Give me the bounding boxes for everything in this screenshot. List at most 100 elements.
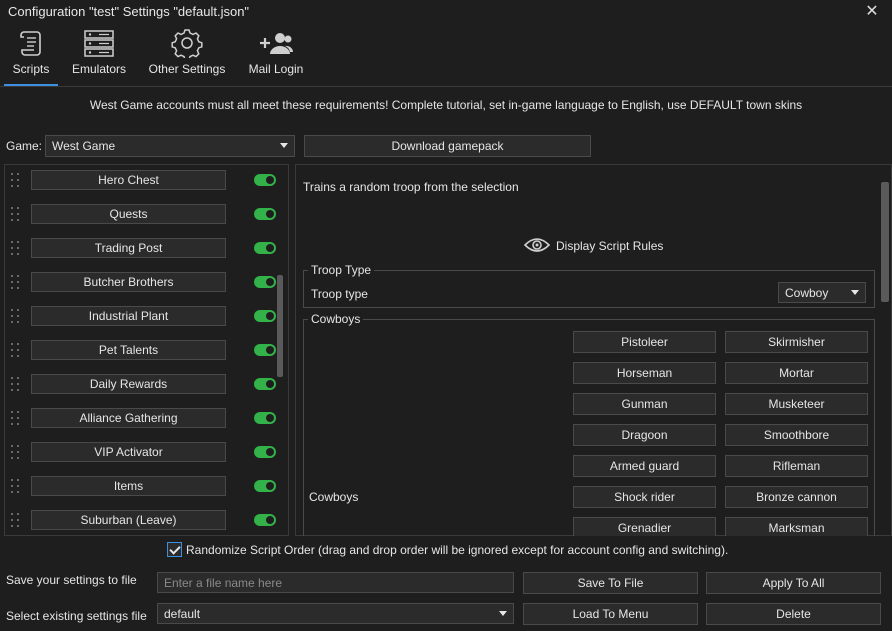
tab-emulators[interactable]: Emulators [64, 26, 134, 86]
script-button[interactable]: Pet Talents [31, 340, 226, 360]
troop-type-label: Troop type [311, 287, 368, 301]
tab-label: Other Settings [148, 62, 226, 76]
eye-icon [524, 238, 550, 252]
tab-label: Mail Login [248, 62, 304, 76]
script-button[interactable]: Suburban (Leave) [31, 510, 226, 530]
requirements-notice: West Game accounts must all meet these r… [89, 98, 803, 112]
script-button[interactable]: Trading Post [31, 238, 226, 258]
drag-handle-icon[interactable] [11, 513, 21, 529]
script-button[interactable]: Butcher Brothers [31, 272, 226, 292]
script-row[interactable]: VIP Activator [5, 442, 277, 464]
script-list-scroll-thumb[interactable] [277, 275, 283, 377]
script-enabled-toggle[interactable] [254, 310, 276, 322]
load-to-menu-button[interactable]: Load To Menu [523, 603, 698, 625]
settings-file-value: default [164, 607, 201, 621]
scroll-icon [20, 31, 41, 56]
troop-button[interactable]: Shock rider [573, 486, 716, 508]
drag-handle-icon[interactable] [11, 173, 21, 189]
script-button[interactable]: Items [31, 476, 226, 496]
script-row[interactable]: Suburban (Leave) [5, 510, 277, 532]
script-button[interactable]: Hero Chest [31, 170, 226, 190]
troop-button[interactable]: Bronze cannon [725, 486, 868, 508]
troop-button[interactable]: Armed guard [573, 455, 716, 477]
script-enabled-toggle[interactable] [254, 412, 276, 424]
drag-handle-icon[interactable] [11, 445, 21, 461]
server-icon [84, 30, 114, 57]
settings-file-select[interactable]: default [157, 603, 514, 624]
randomize-order-label: Randomize Script Order (drag and drop or… [186, 543, 729, 557]
script-row[interactable]: Daily Rewards [5, 374, 277, 396]
drag-handle-icon[interactable] [11, 411, 21, 427]
troop-button[interactable]: Gunman [573, 393, 716, 415]
drag-handle-icon[interactable] [11, 309, 21, 325]
script-row[interactable]: Alliance Gathering [5, 408, 277, 430]
script-enabled-toggle[interactable] [254, 344, 276, 356]
script-row[interactable]: Trading Post [5, 238, 277, 260]
script-button[interactable]: Daily Rewards [31, 374, 226, 394]
select-settings-label: Select existing settings file [6, 609, 147, 623]
game-select[interactable]: West Game [45, 135, 295, 157]
script-enabled-toggle[interactable] [254, 480, 276, 492]
script-button[interactable]: Quests [31, 204, 226, 224]
script-enabled-toggle[interactable] [254, 276, 276, 288]
cowboys-label: Cowboys [309, 490, 359, 504]
cowboys-group-title: Cowboys [308, 312, 364, 326]
script-row[interactable]: Pet Talents [5, 340, 277, 362]
apply-to-all-button[interactable]: Apply To All [706, 572, 881, 594]
drag-handle-icon[interactable] [11, 343, 21, 359]
game-select-value: West Game [52, 139, 116, 153]
drag-handle-icon[interactable] [11, 275, 21, 291]
script-enabled-toggle[interactable] [254, 242, 276, 254]
script-enabled-toggle[interactable] [254, 514, 276, 526]
tab-label: Scripts [12, 62, 50, 76]
script-enabled-toggle[interactable] [254, 446, 276, 458]
script-description: Trains a random troop from the selection [303, 180, 519, 194]
add-users-icon [260, 33, 294, 54]
script-list: Hero Chest Quests Trading Post Butcher Brot… [4, 164, 289, 536]
delete-button[interactable]: Delete [706, 603, 881, 625]
close-button[interactable]: ✕ [862, 2, 882, 22]
script-row[interactable]: Industrial Plant [5, 306, 277, 328]
game-label: Game: [6, 139, 43, 153]
troop-type-select[interactable]: Cowboy [778, 282, 866, 303]
download-gamepack-button[interactable]: Download gamepack [304, 135, 591, 157]
display-script-rules-label: Display Script Rules [556, 239, 664, 253]
drag-handle-icon[interactable] [11, 241, 21, 257]
drag-handle-icon[interactable] [11, 479, 21, 495]
chevron-down-icon [851, 290, 859, 295]
troop-button[interactable]: Pistoleer [573, 331, 716, 353]
close-icon: ✕ [865, 3, 879, 20]
script-button[interactable]: VIP Activator [31, 442, 226, 462]
script-button[interactable]: Industrial Plant [31, 306, 226, 326]
troop-button[interactable]: Dragoon [573, 424, 716, 446]
script-enabled-toggle[interactable] [254, 378, 276, 390]
randomize-order-checkbox[interactable] [167, 542, 182, 557]
troop-type-group-title: Troop Type [308, 263, 375, 277]
drag-handle-icon[interactable] [11, 207, 21, 223]
tab-label: Emulators [71, 62, 127, 76]
gear-icon [171, 29, 203, 58]
troop-button[interactable]: Rifleman [725, 455, 868, 477]
troop-type-value: Cowboy [785, 286, 829, 300]
tab-scripts[interactable]: Scripts [4, 26, 58, 86]
file-name-input[interactable] [157, 572, 514, 593]
script-enabled-toggle[interactable] [254, 208, 276, 220]
troop-button[interactable]: Skirmisher [725, 331, 868, 353]
script-row[interactable]: Hero Chest [5, 170, 277, 192]
script-enabled-toggle[interactable] [254, 174, 276, 186]
troop-button[interactable]: Mortar [725, 362, 868, 384]
script-button[interactable]: Alliance Gathering [31, 408, 226, 428]
detail-scroll-thumb[interactable] [881, 182, 889, 302]
troop-button[interactable]: Musketeer [725, 393, 868, 415]
window-title: Configuration "test" Settings "default.j… [8, 4, 250, 19]
save-settings-label: Save your settings to file [6, 573, 137, 587]
tab-other-settings[interactable]: Other Settings [144, 26, 230, 86]
save-to-file-button[interactable]: Save To File [523, 572, 698, 594]
troop-button[interactable]: Horseman [573, 362, 716, 384]
troop-button[interactable]: Smoothbore [725, 424, 868, 446]
drag-handle-icon[interactable] [11, 377, 21, 393]
tab-mail-login[interactable]: Mail Login [242, 26, 310, 86]
script-row[interactable]: Items [5, 476, 277, 498]
script-row[interactable]: Butcher Brothers [5, 272, 277, 294]
script-row[interactable]: Quests [5, 204, 277, 226]
